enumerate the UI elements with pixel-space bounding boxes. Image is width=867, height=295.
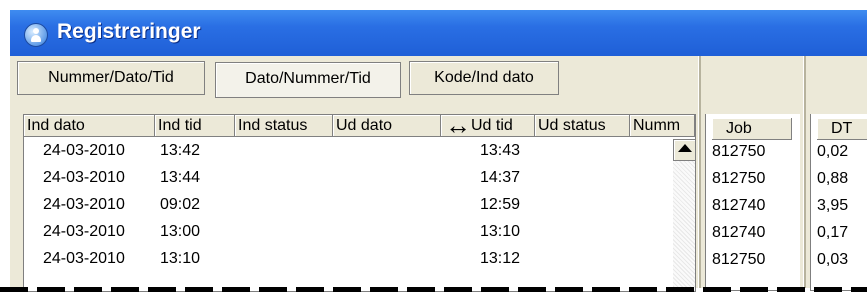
dt-cell: 0,88 [817,170,849,187]
cell-ind-tid: 09:02 [160,196,201,213]
vertical-scrollbar[interactable] [673,139,695,291]
pane-separator[interactable] [803,56,806,288]
title-bar: Registreringer [10,10,867,56]
column-header-ind-dato[interactable]: Ind dato [24,115,155,137]
cell-ind-tid: 13:10 [160,250,201,267]
tab-label: Dato/Nummer/Tid [245,70,371,87]
cell-ind-tid: 13:00 [160,223,201,240]
dt-table: DT 0,02 0,88 3,95 0,17 0,03 [810,114,867,291]
cell-ud-tid: 13:10 [480,223,521,240]
job-cell: 812740 [712,224,766,241]
job-cell: 812750 [712,251,766,268]
tab-label: Nummer/Dato/Tid [48,69,174,86]
column-header-ud-dato[interactable]: Ud dato [333,115,441,137]
column-header-job[interactable]: Job [712,118,792,140]
tab-kode-ind-dato[interactable]: Kode/Ind dato [409,61,559,95]
column-resize-cursor-icon: ↔ [445,114,471,140]
cell-ind-dato: 24-03-2010 [43,250,125,267]
cell-ud-tid: 13:43 [480,142,521,159]
tab-nummer-dato-tid[interactable]: Nummer/Dato/Tid [17,61,205,95]
tab-dato-nummer-tid[interactable]: Dato/Nummer/Tid [215,62,401,98]
dt-cell: 0,17 [817,224,849,241]
job-cell: 812750 [712,170,766,187]
cell-ind-dato: 24-03-2010 [43,196,125,213]
tab-label: Kode/Ind dato [434,69,534,86]
window-title: Registreringer [57,20,201,43]
column-header-ind-status[interactable]: Ind status [235,115,333,137]
cell-ud-tid: 14:37 [480,169,521,186]
job-table: Job 812750 812750 812740 812740 812750 [705,114,800,291]
cell-ind-dato: 24-03-2010 [43,169,125,186]
cell-ind-tid: 13:42 [160,142,201,159]
pane-separator[interactable] [698,56,701,288]
job-cell: 812750 [712,143,766,160]
job-cell: 812740 [712,197,766,214]
scroll-up-arrow-icon [678,144,692,152]
cell-ind-tid: 13:44 [160,169,201,186]
registrations-table: Ind dato Ind tid Ind status Ud dato Ud t… [23,114,696,292]
cell-ind-dato: 24-03-2010 [43,142,125,159]
column-header-nummer[interactable]: Numm [630,115,695,137]
cell-ind-dato: 24-03-2010 [43,223,125,240]
window-client: Nummer/Dato/Tid Dato/Nummer/Tid Kode/Ind… [10,56,867,292]
dt-cell: 0,03 [817,251,849,268]
column-header-ind-tid[interactable]: Ind tid [155,115,235,137]
column-header-ud-status[interactable]: Ud status [535,115,630,137]
user-icon [24,23,48,47]
cell-ud-tid: 13:12 [480,250,521,267]
dt-cell: 3,95 [817,197,849,214]
cell-ud-tid: 12:59 [480,196,521,213]
scroll-up-button[interactable] [673,139,695,161]
column-header-dt[interactable]: DT [817,118,867,140]
dt-cell: 0,02 [817,143,849,160]
